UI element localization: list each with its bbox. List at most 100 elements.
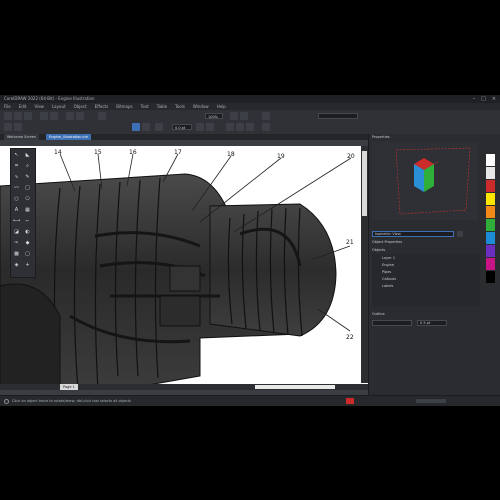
horizontal-scroll-thumb[interactable]	[255, 385, 335, 389]
crop-tool-icon[interactable]: ⌗	[13, 163, 20, 170]
redo-button[interactable]	[50, 112, 58, 120]
launch-field[interactable]	[318, 113, 358, 119]
shadow-tool-icon[interactable]: ◪	[13, 229, 20, 236]
zoom-tool-icon[interactable]: ⌕	[24, 163, 31, 170]
rectangle-tool-icon[interactable]: □	[24, 185, 31, 192]
outline-tool-icon[interactable]: ▢	[24, 251, 31, 258]
engine-illustration[interactable]: 14 15 16 17 18 19 20 21 22	[0, 146, 368, 390]
swatch[interactable]	[486, 167, 495, 179]
eyedropper-tool-icon[interactable]: ✑	[13, 240, 20, 247]
menu-window[interactable]: Window	[193, 103, 209, 110]
dimension-tool-icon[interactable]: ⟷	[13, 218, 20, 225]
list-item[interactable]: Layer 1	[382, 256, 395, 260]
vertical-scroll-thumb[interactable]	[362, 151, 367, 216]
view-options-button[interactable]	[457, 231, 463, 237]
drawing-page[interactable]: 14 15 16 17 18 19 20 21 22	[0, 146, 368, 390]
snap-button[interactable]	[230, 112, 238, 120]
menu-file[interactable]: File	[4, 103, 11, 110]
smart-fill-icon[interactable]: ◈	[13, 262, 20, 269]
polygon-tool-icon[interactable]: ⬠	[24, 196, 31, 203]
menu-help[interactable]: Help	[217, 103, 226, 110]
snap-object-button[interactable]	[14, 123, 22, 131]
menu-table[interactable]: Table	[157, 103, 167, 110]
zoom-field[interactable]: 100%	[205, 113, 223, 119]
outline-width-select[interactable]: 0.5 pt	[417, 320, 447, 326]
drawing-canvas[interactable]: 14 15 16 17 18 19 20 21 22	[0, 140, 368, 395]
menu-view[interactable]: View	[34, 103, 44, 110]
guides-button[interactable]	[240, 112, 248, 120]
menu-text[interactable]: Text	[141, 103, 149, 110]
transparency-tool-icon[interactable]: ◐	[24, 229, 31, 236]
callout-label: 20	[347, 153, 355, 160]
page-tab[interactable]: Page 1	[60, 384, 78, 390]
list-item[interactable]: Engine	[382, 263, 394, 267]
pen-tool-icon[interactable]: ✎	[24, 174, 31, 181]
callout-label: 15	[94, 149, 102, 156]
arrow-end-button[interactable]	[206, 123, 214, 131]
vertical-scrollbar[interactable]	[361, 146, 368, 383]
ellipse-tool-icon[interactable]: ○	[13, 196, 20, 203]
docker-title: Properties	[372, 135, 390, 139]
minimize-icon[interactable]: –	[473, 96, 476, 102]
swatch[interactable]	[486, 206, 495, 218]
wrap-button[interactable]	[155, 123, 163, 131]
mirror-v-button[interactable]	[142, 123, 150, 131]
swatch[interactable]	[486, 154, 495, 166]
add-tool-icon[interactable]: +	[24, 262, 31, 269]
to-back-button[interactable]	[246, 123, 254, 131]
swatch[interactable]	[486, 193, 495, 205]
menu-edit[interactable]: Edit	[19, 103, 27, 110]
fill-tool-icon[interactable]: ◆	[24, 240, 31, 247]
swatch[interactable]	[486, 245, 495, 257]
freehand-tool-icon[interactable]: ∿	[13, 174, 20, 181]
outline-indicator[interactable]	[416, 399, 446, 403]
text-tool-icon[interactable]: A	[13, 207, 20, 214]
menu-tools[interactable]: Tools	[175, 103, 185, 110]
outline-width-field[interactable]: 0.0 pt	[172, 124, 192, 130]
import-button[interactable]	[66, 112, 74, 120]
outline-color-field[interactable]	[372, 320, 412, 326]
snap-grid-button[interactable]	[4, 123, 12, 131]
options-button[interactable]	[262, 112, 270, 120]
publish-button[interactable]	[98, 112, 106, 120]
swatch[interactable]	[486, 258, 495, 270]
swatch[interactable]	[486, 180, 495, 192]
list-item[interactable]: Callouts	[382, 277, 396, 281]
menu-effects[interactable]: Effects	[95, 103, 109, 110]
line-style-button[interactable]	[226, 123, 234, 131]
view-select[interactable]: Isometric View	[372, 231, 454, 237]
close-icon[interactable]: ×	[492, 96, 496, 102]
swatch[interactable]	[486, 271, 495, 283]
view-preview[interactable]	[372, 142, 478, 220]
maximize-icon[interactable]: □	[481, 96, 486, 102]
shape-tool-icon[interactable]: ◣	[24, 152, 31, 159]
callout-label: 18	[227, 151, 235, 158]
outline-header: Outline	[372, 312, 385, 316]
artistic-media-icon[interactable]: 〰	[13, 185, 20, 192]
swatch[interactable]	[486, 232, 495, 244]
mirror-h-button[interactable]	[132, 123, 140, 131]
status-info-icon	[4, 399, 9, 404]
arrow-start-button[interactable]	[196, 123, 204, 131]
mesh-fill-icon[interactable]: ▩	[13, 251, 20, 258]
to-front-button[interactable]	[236, 123, 244, 131]
export-button[interactable]	[76, 112, 84, 120]
pick-tool-icon[interactable]: ↖	[13, 152, 20, 159]
callout-label: 22	[346, 334, 354, 341]
connector-tool-icon[interactable]: ⌐	[24, 218, 31, 225]
new-button[interactable]	[4, 112, 12, 120]
list-item[interactable]: Pipes	[382, 270, 391, 274]
undo-button[interactable]	[40, 112, 48, 120]
table-tool-icon[interactable]: ▦	[24, 207, 31, 214]
save-button[interactable]	[24, 112, 32, 120]
list-item[interactable]: Labels	[382, 284, 393, 288]
swatch[interactable]	[486, 219, 495, 231]
fill-indicator-icon[interactable]	[346, 398, 354, 404]
color-palette	[483, 134, 500, 395]
menu-object[interactable]: Object	[74, 103, 87, 110]
convert-curves-button[interactable]	[262, 123, 270, 131]
open-button[interactable]	[14, 112, 22, 120]
menu-bitmaps[interactable]: Bitmaps	[116, 103, 132, 110]
menu-layout[interactable]: Layout	[52, 103, 66, 110]
horizontal-scrollbar[interactable]	[0, 384, 368, 390]
